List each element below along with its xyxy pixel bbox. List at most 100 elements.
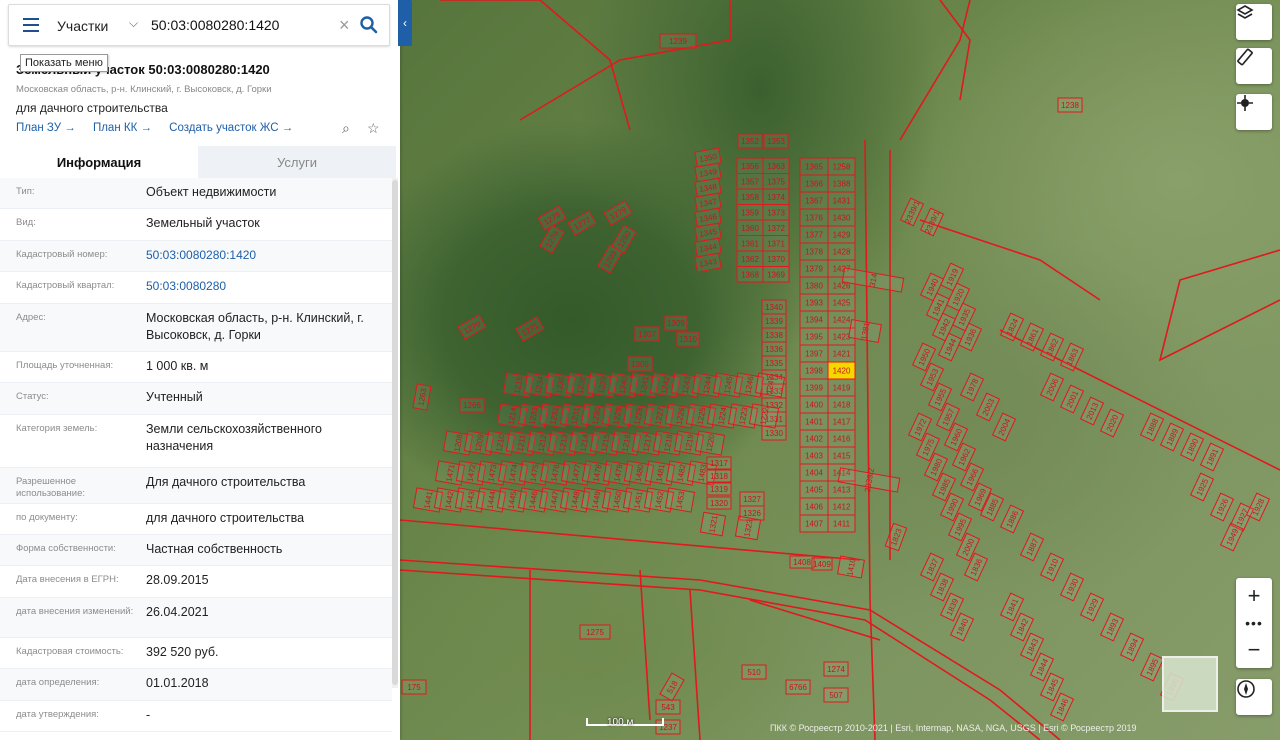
parcel[interactable]: 1419 — [827, 378, 856, 397]
parcel[interactable]: 2006 — [1039, 372, 1065, 402]
parcel[interactable]: 1271 — [515, 316, 545, 342]
parcel[interactable]: 1222 — [748, 403, 780, 429]
parcel[interactable]: 1370 — [762, 250, 790, 267]
parcel[interactable]: 1339 — [761, 313, 787, 329]
clear-icon[interactable]: × — [339, 15, 350, 36]
parcel[interactable]: 2020 — [1099, 408, 1125, 438]
parcel[interactable]: 1949 — [1219, 522, 1245, 552]
zoom-in-button[interactable]: + — [1236, 578, 1272, 614]
parcel[interactable]: 1274 — [823, 661, 849, 677]
parcel[interactable]: 1895 — [1139, 652, 1165, 682]
parcel[interactable]: 1420 — [827, 361, 856, 380]
parcel[interactable]: 1978 — [959, 372, 985, 402]
parcel[interactable]: 1404 — [799, 463, 829, 482]
parcel[interactable]: 1323 — [734, 515, 762, 541]
parcel[interactable]: 1894 — [1119, 632, 1145, 662]
parcel[interactable]: 1335 — [761, 355, 787, 371]
parcel[interactable]: 1321 — [699, 511, 727, 537]
parcel[interactable]: 1309 — [664, 315, 688, 331]
parcel[interactable]: 1887 — [1019, 532, 1045, 562]
parcel[interactable]: 1263 — [412, 383, 432, 411]
parcel[interactable]: 1310 — [676, 331, 700, 347]
create-parcel-link[interactable]: Создать участок ЖС → — [169, 122, 293, 134]
parcel[interactable]: 1319 — [706, 482, 732, 496]
parcel[interactable]: 1926 — [1209, 492, 1235, 522]
scrollbar-thumb[interactable] — [392, 180, 398, 685]
parcel[interactable]: 1275 — [579, 624, 611, 640]
parcel[interactable]: 1379 — [799, 259, 829, 278]
parcel[interactable]: 1327 — [739, 491, 765, 507]
parcel[interactable]: 1336 — [761, 341, 787, 357]
parcel[interactable]: 2013 — [1079, 396, 1105, 426]
parcel[interactable]: 1279 — [603, 200, 633, 226]
zoom-out-button[interactable]: − — [1236, 632, 1272, 668]
parcel[interactable]: 1365 — [799, 157, 829, 176]
parcel[interactable]: 1393 — [799, 293, 829, 312]
parcel[interactable]: 1925 — [1189, 472, 1215, 502]
parcel[interactable]: 1888 — [1139, 412, 1165, 442]
parcel[interactable]: 1861 — [1019, 322, 1045, 352]
parcel[interactable]: 1258 — [827, 157, 856, 176]
parcel[interactable]: 2003 — [975, 392, 1001, 422]
parcel[interactable]: 1416 — [827, 429, 856, 448]
parcel[interactable]: 1380 — [799, 276, 829, 295]
parcel[interactable]: 1362 — [736, 250, 764, 267]
parcel[interactable]: 1411 — [827, 514, 856, 533]
parcel[interactable]: 1395 — [799, 327, 829, 346]
parcel[interactable]: 1929 — [1079, 592, 1105, 622]
info-value-link[interactable]: 50:03:0080280 — [146, 278, 386, 295]
parcel[interactable]: 1823 — [884, 522, 908, 552]
parcel[interactable]: 1220 — [694, 430, 726, 456]
parcel[interactable]: 1399 — [799, 378, 829, 397]
parcel[interactable]: 1410 — [837, 555, 865, 579]
parcel[interactable]: 1377 — [799, 225, 829, 244]
parcel[interactable]: 1863 — [1059, 342, 1085, 372]
parcel[interactable]: 507 — [823, 687, 849, 703]
parcel[interactable]: 1360 — [736, 219, 764, 236]
parcel[interactable]: 1418 — [827, 395, 856, 414]
parcel[interactable]: 1307 — [634, 326, 660, 342]
parcel[interactable]: 1352 — [737, 133, 763, 149]
plan-kk-link[interactable]: План КК → — [93, 122, 152, 134]
zoom-to-icon[interactable]: ⌕ — [342, 120, 350, 137]
parcel[interactable]: 543 — [655, 699, 681, 715]
parcel[interactable]: 1408 — [789, 555, 815, 569]
parcel[interactable]: 6766 — [785, 679, 811, 695]
parcel[interactable]: 1277 — [567, 210, 597, 236]
parcel[interactable]: 2004 — [991, 412, 1017, 442]
parcel[interactable]: 1886 — [999, 504, 1025, 534]
parcel[interactable]: 1402 — [799, 429, 829, 448]
favorite-star-icon[interactable]: ☆ — [367, 120, 380, 137]
parcel[interactable]: 510 — [741, 664, 767, 680]
parcel[interactable]: 1239 — [659, 33, 697, 49]
collapse-panel-button[interactable]: ‹ — [398, 0, 412, 46]
parcel[interactable]: 1320 — [706, 496, 732, 510]
parcel[interactable]: 1358 — [736, 188, 764, 205]
parcel[interactable]: 1417 — [827, 412, 856, 431]
parcel[interactable]: 1388 — [827, 174, 856, 193]
parcel[interactable]: 1910 — [1039, 552, 1065, 582]
parcel[interactable]: 1375 — [762, 173, 790, 190]
parcel[interactable]: 1317 — [706, 456, 732, 470]
parcel[interactable]: 1361 — [736, 235, 764, 252]
parcel[interactable]: 1890 — [1179, 432, 1205, 462]
parcel[interactable]: 1862 — [1039, 332, 1065, 362]
parcel[interactable]: 1270 — [457, 314, 487, 340]
layers-button[interactable] — [1236, 4, 1272, 40]
parcel[interactable]: 1407 — [799, 514, 829, 533]
tab-services[interactable]: Услуги — [198, 146, 396, 178]
more-button[interactable]: ••• — [1236, 614, 1272, 632]
parcel[interactable]: 1366 — [799, 174, 829, 193]
parcel[interactable]: 1889 — [1159, 422, 1185, 452]
tab-info[interactable]: Информация — [0, 146, 198, 178]
parcel[interactable]: 1412 — [827, 497, 856, 516]
parcel[interactable]: 175 — [401, 679, 427, 695]
search-type-select[interactable]: Участки — [57, 18, 108, 34]
measure-button[interactable] — [1236, 48, 1272, 84]
parcel[interactable]: 1453 — [664, 487, 696, 513]
parcel[interactable]: 1893 — [1099, 612, 1125, 642]
parcel[interactable]: 2339/1 — [919, 207, 945, 237]
parcel[interactable]: 2001 — [1059, 384, 1085, 414]
parcel[interactable]: 1421 — [827, 344, 856, 363]
parcel[interactable]: 1398 — [799, 361, 829, 380]
